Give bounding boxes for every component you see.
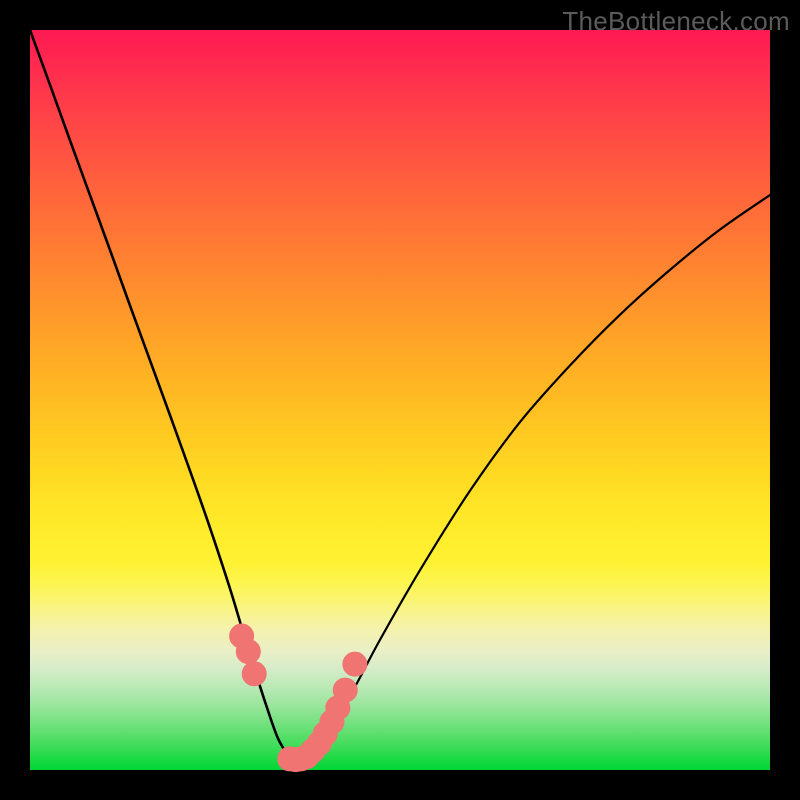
curve-layer	[30, 30, 770, 770]
data-marker	[333, 678, 357, 702]
data-marker	[242, 662, 266, 686]
data-marker	[343, 652, 367, 676]
chart-container: TheBottleneck.com	[0, 0, 800, 800]
curve-right-curve	[290, 195, 770, 760]
data-marker	[236, 640, 260, 664]
watermark-text: TheBottleneck.com	[562, 6, 790, 37]
